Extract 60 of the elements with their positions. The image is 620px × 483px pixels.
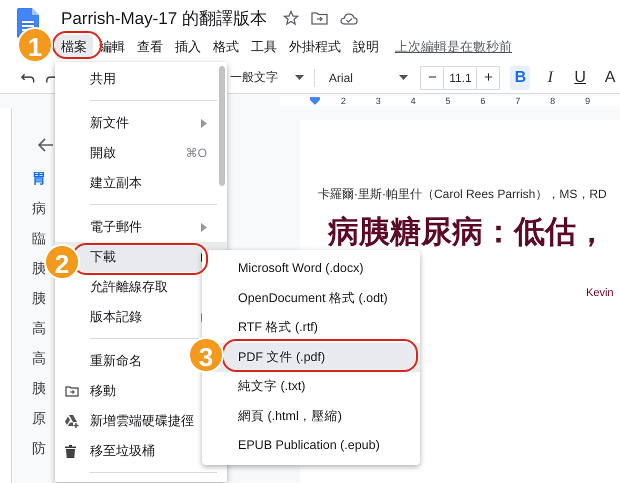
menu-item[interactable]: 工具 bbox=[245, 35, 283, 59]
format-button[interactable]: U bbox=[570, 66, 590, 90]
undo-icon[interactable] bbox=[21, 72, 36, 84]
ruler-number: 6 bbox=[480, 96, 486, 106]
font-size-field[interactable]: 11.1 bbox=[444, 66, 476, 90]
format-button[interactable]: A bbox=[600, 66, 620, 90]
ruler-number: 4 bbox=[410, 96, 417, 106]
caret-icon bbox=[399, 75, 408, 80]
menu-option-label: 新文件 bbox=[90, 114, 130, 132]
folder-icon[interactable] bbox=[310, 11, 328, 25]
folder-icon bbox=[65, 386, 79, 396]
menu-option[interactable]: 電子郵件 bbox=[55, 212, 227, 242]
menu-option[interactable]: 開啟 ⌘O bbox=[55, 138, 227, 168]
ruler-number: 9 bbox=[585, 96, 592, 106]
menu-option[interactable]: OpenDocument 格式 (.odt) bbox=[202, 284, 420, 313]
menu-item[interactable]: 查看 bbox=[131, 35, 169, 59]
document-heading: 病胰糖尿病：低估， bbox=[328, 213, 608, 251]
menu-item[interactable]: 外掛程式 bbox=[283, 35, 347, 59]
step-marker: 2 bbox=[44, 244, 80, 280]
format-button[interactable]: B bbox=[510, 66, 530, 90]
format-button[interactable]: I bbox=[540, 66, 560, 90]
menu-option-label: 開啟 bbox=[90, 144, 117, 162]
menu-item[interactable]: 說明 bbox=[347, 35, 385, 59]
cloud-icon[interactable] bbox=[340, 12, 358, 24]
byline: 卡羅爾·里斯·帕里什（Carol Rees Parrish），MS，RD bbox=[318, 186, 608, 203]
ruler-number: 8 bbox=[550, 96, 556, 106]
decrease-size-button[interactable]: − bbox=[420, 66, 444, 90]
font-dropdown[interactable]: Arial bbox=[328, 70, 408, 84]
menu-option-label: 共用 bbox=[90, 70, 117, 88]
menu-option-label: 下載 bbox=[90, 248, 117, 266]
menu-option[interactable]: 新文件 bbox=[55, 108, 227, 138]
menu-option-label: 電子郵件 bbox=[90, 218, 143, 236]
menu-option-label: 版本記錄 bbox=[90, 308, 143, 326]
author-name: Kevin bbox=[586, 287, 615, 299]
style-dropdown[interactable]: 一般文字 bbox=[230, 69, 304, 86]
menu-item[interactable]: 格式 bbox=[207, 35, 245, 59]
ruler-number: 3 bbox=[376, 96, 382, 106]
menu-option-label: 移至垃圾桶 bbox=[90, 442, 156, 460]
shortcut-text: ⌘O bbox=[186, 146, 207, 160]
menu-item[interactable]: 插入 bbox=[169, 35, 207, 59]
menu-option-label: 新增雲端硬碟捷徑 bbox=[90, 412, 195, 430]
ruler-number: 2 bbox=[340, 96, 347, 106]
menu-option[interactable]: 共用 bbox=[55, 64, 227, 94]
drive-plus-icon bbox=[65, 414, 80, 428]
back-arrow-icon[interactable] bbox=[38, 138, 54, 152]
document-title[interactable]: Parrish-May-17 的翻譯版本 bbox=[61, 6, 267, 30]
menu-option[interactable]: 建立副本 bbox=[55, 168, 227, 198]
caret-icon bbox=[295, 75, 304, 80]
increase-size-button[interactable]: + bbox=[476, 66, 500, 90]
last-edit-link[interactable]: 上次編輯是在數秒前 bbox=[395, 38, 512, 56]
scrollbar[interactable] bbox=[219, 66, 225, 186]
indent-marker-icon[interactable] bbox=[310, 97, 320, 105]
menu-option-label: 移動 bbox=[90, 382, 117, 400]
ruler-number: 7 bbox=[515, 96, 522, 106]
menu-item[interactable]: 檔案 bbox=[55, 35, 93, 59]
menu-option-label: 建立副本 bbox=[90, 174, 143, 192]
star-icon[interactable] bbox=[282, 10, 299, 26]
trash-icon bbox=[65, 444, 76, 458]
ruler-number: 5 bbox=[446, 96, 452, 106]
menu-option-label: 允許離線存取 bbox=[90, 278, 169, 296]
